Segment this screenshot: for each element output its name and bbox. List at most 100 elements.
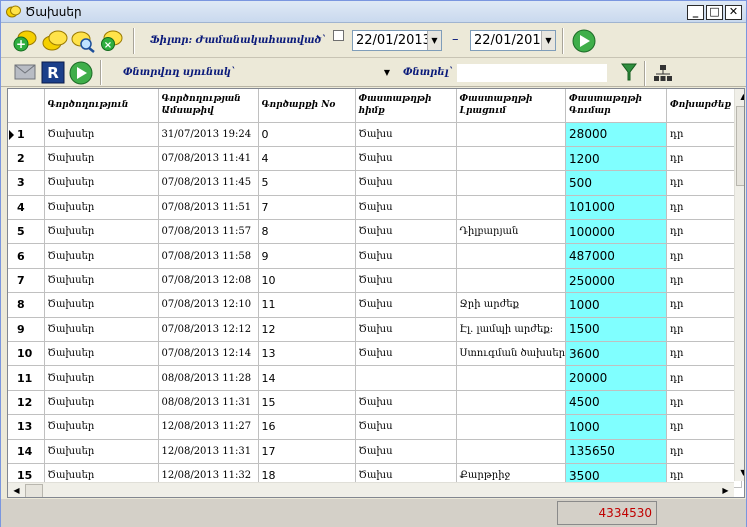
table-cell: 17 — [258, 439, 356, 464]
row-number[interactable]: 9 — [8, 317, 45, 343]
table-cell: 07/08/2013 11:57 — [158, 219, 259, 245]
row-number[interactable]: 2 — [8, 146, 45, 172]
column-header[interactable]: Փոխարժեք — [666, 89, 743, 123]
go-icon[interactable] — [68, 60, 94, 86]
table-cell: դր — [666, 219, 743, 245]
table-cell: Ծախս — [355, 414, 457, 440]
row-number[interactable]: 12 — [8, 390, 45, 416]
search-input[interactable] — [456, 63, 608, 83]
table-row[interactable]: 5 Ծախսեր 07/08/2013 11:57 8 Ծախս Դիլբարյան 100… — [8, 219, 743, 245]
table-cell: Ծախսեր — [44, 170, 159, 196]
separator — [133, 28, 135, 54]
column-header[interactable]: Փաստաթղթի Լրացում — [456, 89, 567, 123]
table-row[interactable]: 1 Ծախսեր 31/07/2013 19:24 0 Ծախս 28000 դր — [8, 122, 743, 147]
vertical-scroll-thumb[interactable] — [736, 106, 744, 186]
column-header[interactable]: Գործողության Ամսաթիվ — [158, 89, 259, 123]
report-icon[interactable]: R — [41, 61, 65, 84]
date-from-picker[interactable]: 22/01/2013 ▼ — [352, 30, 442, 51]
period-checkbox[interactable] — [333, 30, 344, 41]
amount-cell: 1000 — [565, 292, 668, 318]
table-cell: 08/08/2013 11:28 — [158, 365, 259, 391]
table-row[interactable]: 9 Ծախսեր 07/08/2013 12:12 12 Ծախս Էլ. լամպի ա… — [8, 317, 743, 343]
chevron-down-icon[interactable]: ▼ — [427, 31, 441, 50]
table-cell: Ծախսեր — [44, 122, 159, 147]
column-header[interactable]: Փաստաթղթի հիմք — [355, 89, 457, 123]
table-row[interactable]: 14 Ծախսեր 12/08/2013 11:31 17 Ծախս 135650 դր — [8, 439, 743, 464]
amount-cell: 487000 — [565, 243, 668, 269]
search-coins-icon[interactable] — [69, 29, 97, 53]
mail-icon[interactable] — [14, 62, 36, 82]
chevron-down-icon[interactable]: ▼ — [541, 31, 555, 50]
table-cell: դր — [666, 439, 743, 464]
horizontal-scroll-thumb[interactable] — [25, 484, 43, 497]
amount-cell: 1200 — [565, 146, 668, 172]
row-number[interactable]: 8 — [8, 292, 45, 318]
chevron-down-icon[interactable]: ▼ — [380, 63, 394, 83]
table-cell: Ծախս — [355, 292, 457, 318]
table-row[interactable]: 3 Ծախսեր 07/08/2013 11:45 5 Ծախս 500 դր — [8, 170, 743, 196]
maximize-button[interactable]: □ — [706, 5, 723, 20]
table-row[interactable]: 2 Ծախսեր 07/08/2013 11:41 4 Ծախս 1200 դր — [8, 146, 743, 172]
table-row[interactable]: 4 Ծախսեր 07/08/2013 11:51 7 Ծախս 101000 դր — [8, 195, 743, 221]
table-cell: 9 — [258, 243, 356, 269]
table-row[interactable]: 6 Ծախսեր 07/08/2013 11:58 9 Ծախս 487000 դր — [8, 243, 743, 269]
vertical-scrollbar[interactable]: ▲ ▼ — [734, 89, 744, 481]
table-row[interactable]: 8 Ծախսեր 07/08/2013 12:10 11 Ծախս Ջրի արժեք 10… — [8, 292, 743, 318]
separator — [100, 60, 102, 85]
table-cell: Ծախս — [355, 122, 457, 147]
table-cell: դր — [666, 268, 743, 294]
row-number[interactable]: 7 — [8, 268, 45, 294]
table-cell: 5 — [258, 170, 356, 196]
table-row[interactable]: 10 Ծախսեր 07/08/2013 12:14 13 Ծախս Ստուգման ծ… — [8, 341, 743, 367]
coins-stack-icon[interactable] — [41, 29, 69, 53]
table-cell: 07/08/2013 11:58 — [158, 243, 259, 269]
table-row[interactable]: 12 Ծախսեր 08/08/2013 11:31 15 Ծախս 4500 դր — [8, 390, 743, 416]
grid-header-row: Գործողություն Գործողության Ամսաթիվ Գործա… — [8, 89, 743, 123]
table-cell: 07/08/2013 12:14 — [158, 341, 259, 367]
table-cell — [456, 390, 567, 416]
add-icon[interactable]: + — [11, 29, 39, 53]
hierarchy-icon[interactable] — [653, 63, 673, 83]
delete-icon[interactable]: × — [97, 29, 125, 53]
row-number[interactable]: 14 — [8, 439, 45, 464]
row-number[interactable]: 13 — [8, 414, 45, 440]
filter-icon[interactable] — [620, 62, 638, 82]
row-number[interactable]: 5 — [8, 219, 45, 245]
horizontal-scrollbar[interactable]: ◀ ▶ — [8, 482, 734, 497]
refresh-go-icon[interactable] — [571, 28, 597, 54]
column-header[interactable]: Գործողություն — [44, 89, 159, 123]
table-row[interactable]: 7 Ծախսեր 07/08/2013 12:08 10 Ծախս 250000 դր — [8, 268, 743, 294]
row-number[interactable]: 4 — [8, 195, 45, 221]
column-header[interactable]: Փաստաթղթի Գումար — [565, 89, 668, 123]
table-row[interactable]: 11 Ծախսեր 08/08/2013 11:28 14 20000 դր — [8, 365, 743, 391]
table-cell: 07/08/2013 12:08 — [158, 268, 259, 294]
row-number[interactable]: 6 — [8, 243, 45, 269]
table-cell: 0 — [258, 122, 356, 147]
table-cell: Ծախսեր — [44, 292, 159, 318]
row-number[interactable]: 10 — [8, 341, 45, 367]
column-header[interactable]: Գործարքի No — [258, 89, 356, 123]
row-number[interactable]: 11 — [8, 365, 45, 391]
row-number[interactable]: 3 — [8, 170, 45, 196]
scroll-right-icon[interactable]: ▶ — [717, 483, 734, 497]
table-cell: Էլ. լամպի արժեք: — [456, 317, 567, 343]
table-cell: Ծախս — [355, 243, 457, 269]
table-cell — [456, 170, 567, 196]
row-number[interactable]: 1 — [8, 122, 45, 147]
table-row[interactable]: 13 Ծախսեր 12/08/2013 11:27 16 Ծախս 1000 դր — [8, 414, 743, 440]
table-cell: Ծախս — [355, 439, 457, 464]
search-column-select[interactable]: ▼ — [244, 63, 394, 83]
expenses-grid[interactable]: Գործողություն Գործողության Ամսաթիվ Գործա… — [7, 88, 745, 498]
scroll-up-icon[interactable]: ▲ — [735, 89, 744, 105]
table-cell — [456, 365, 567, 391]
minimize-button[interactable]: _ — [687, 5, 704, 20]
date-to-picker[interactable]: 22/01/2014 ▼ — [470, 30, 556, 51]
close-button[interactable]: ✕ — [725, 5, 742, 20]
table-cell — [456, 195, 567, 221]
amount-cell: 500 — [565, 170, 668, 196]
table-cell: 07/08/2013 11:45 — [158, 170, 259, 196]
scroll-down-icon[interactable]: ▼ — [735, 465, 744, 481]
table-cell: Ծախսեր — [44, 390, 159, 416]
scroll-left-icon[interactable]: ◀ — [8, 483, 25, 497]
table-cell: Ստուգման ծախսեր — [456, 341, 567, 367]
